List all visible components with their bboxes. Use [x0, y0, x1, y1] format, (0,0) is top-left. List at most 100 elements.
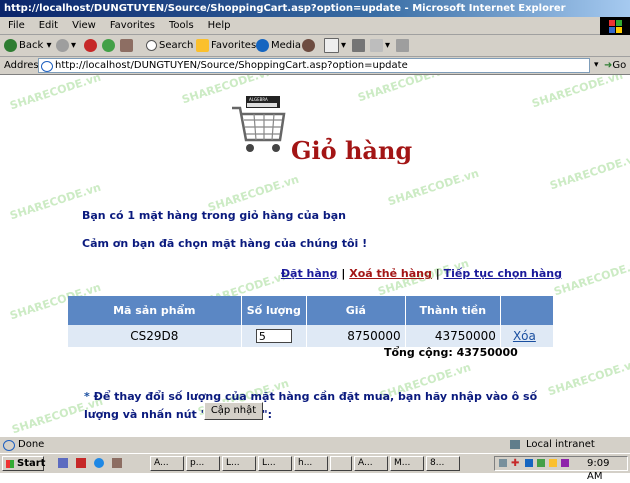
book-label: ALGEBRA	[249, 97, 268, 102]
print-button[interactable]	[352, 35, 367, 57]
product-code-cell: CS29D8	[68, 325, 242, 347]
media-button[interactable]: Media	[256, 35, 301, 57]
discuss-button[interactable]	[396, 35, 411, 57]
tray-network-icon[interactable]	[499, 459, 507, 467]
favorites-star-icon	[196, 38, 209, 52]
taskbar-task[interactable]	[330, 456, 352, 471]
history-button[interactable]	[302, 35, 317, 57]
column-header: Mã sản phẩm	[68, 296, 242, 325]
taskbar-task[interactable]: A...	[150, 456, 184, 471]
watermark: SHARECODE.vn	[530, 75, 625, 111]
browser-toolbar: Back ▾ ▾ Search Favorites Media ▾ ▾	[0, 35, 630, 57]
tray-app-icon[interactable]	[561, 459, 569, 467]
link-separator: |	[435, 267, 440, 280]
address-dropdown-icon[interactable]: ▾	[594, 56, 599, 74]
ie-page-icon	[41, 61, 53, 72]
cart-action-links: Đặt hàng | Xoá thẻ hàng | Tiếp tục chọn …	[281, 267, 562, 280]
go-button[interactable]: ➜Go	[604, 57, 626, 75]
address-bar: Address http://localhost/DUNGTUYEN/Sourc…	[0, 57, 630, 75]
start-windows-icon	[6, 460, 14, 468]
taskbar-task[interactable]: p...	[186, 456, 220, 471]
cart-count-message: Bạn có 1 mặt hàng trong giỏ hàng của bạn	[82, 209, 346, 222]
update-instruction-text: Để thay đổi số lượng của mặt hàng cần đặ…	[84, 390, 538, 421]
start-button[interactable]: Start	[2, 456, 46, 471]
window-title: http://localhost/DUNGTUYEN/Source/Shoppi…	[4, 3, 566, 14]
delete-cart-link[interactable]: Xoá thẻ hàng	[349, 267, 432, 280]
mail-icon	[324, 37, 339, 53]
update-button[interactable]: Cập nhật	[204, 402, 263, 420]
windows-logo-icon	[600, 17, 630, 35]
quantity-input[interactable]	[255, 329, 292, 343]
quicklaunch-desktop-icon[interactable]	[58, 458, 68, 468]
menu-tools[interactable]: Tools	[169, 20, 194, 31]
system-tray: ✚ 9:09 AM	[494, 456, 628, 482]
menu-help[interactable]: Help	[208, 20, 231, 31]
menu-bar: File Edit View Favorites Tools Help	[0, 17, 630, 35]
back-button[interactable]: Back ▾	[4, 35, 51, 57]
subtotal-cell: 43750000	[405, 325, 501, 347]
quicklaunch-explorer-icon[interactable]	[112, 458, 122, 468]
quicklaunch-app-icon[interactable]	[76, 458, 86, 468]
address-input[interactable]: http://localhost/DUNGTUYEN/Source/Shoppi…	[38, 58, 590, 73]
intranet-icon	[510, 440, 520, 449]
taskbar-task[interactable]: 8...	[426, 456, 460, 471]
refresh-button[interactable]	[102, 35, 117, 57]
history-icon	[302, 38, 315, 52]
note-star: *	[84, 390, 90, 403]
search-label: Search	[159, 40, 194, 51]
home-icon	[120, 38, 133, 52]
thank-you-message: Cảm ơn bạn đã chọn mặt hàng của chúng tô…	[82, 237, 368, 250]
menu-file[interactable]: File	[8, 20, 25, 31]
taskbar-task[interactable]: h...	[294, 456, 328, 471]
page-content: SHARECODE.vn SHARECODE.vn SHARECODE.vn S…	[0, 75, 630, 436]
watermark: SHARECODE.vn	[552, 256, 630, 299]
start-label: Start	[17, 458, 46, 469]
address-url: http://localhost/DUNGTUYEN/Source/Shoppi…	[55, 60, 408, 71]
menu-view[interactable]: View	[72, 20, 96, 31]
search-button[interactable]: Search	[146, 35, 193, 57]
back-label: Back	[19, 40, 44, 51]
page-done-icon	[3, 440, 15, 451]
taskbar-task[interactable]: A...	[354, 456, 388, 471]
tray-plus-icon[interactable]: ✚	[511, 457, 519, 470]
continue-shopping-link[interactable]: Tiếp tục chọn hàng	[444, 267, 562, 280]
forward-button[interactable]: ▾	[56, 35, 76, 57]
stop-icon	[84, 38, 97, 52]
print-icon	[352, 38, 365, 52]
favorites-label: Favorites	[211, 40, 257, 51]
media-label: Media	[271, 40, 302, 51]
cart-total: Tổng cộng: 43750000	[384, 346, 518, 359]
update-instruction: * Để thay đổi số lượng của mặt hàng cần …	[84, 388, 564, 424]
forward-arrow-icon	[56, 38, 69, 52]
tray-app-icon[interactable]	[537, 459, 545, 467]
taskbar-task[interactable]: L...	[222, 456, 256, 471]
delete-cell: Xóa	[500, 325, 553, 347]
column-header: Thành tiền	[405, 296, 501, 325]
security-zone: Local intranet	[526, 439, 595, 450]
edit-button[interactable]: ▾	[370, 35, 390, 57]
stop-button[interactable]	[84, 35, 99, 57]
link-separator: |	[341, 267, 346, 280]
watermark: SHARECODE.vn	[356, 75, 451, 105]
shopping-cart-icon: ALGEBRA	[232, 96, 286, 152]
taskbar: Start A... p... L... L... h... A... M...…	[0, 453, 630, 482]
order-link[interactable]: Đặt hàng	[281, 267, 338, 280]
menu-favorites[interactable]: Favorites	[110, 20, 155, 31]
edit-icon	[370, 38, 383, 52]
taskbar-task[interactable]: L...	[258, 456, 292, 471]
watermark: SHARECODE.vn	[386, 166, 481, 209]
menu-edit[interactable]: Edit	[39, 20, 58, 31]
back-arrow-icon	[4, 38, 17, 52]
delete-item-link[interactable]: Xóa	[513, 329, 536, 343]
quicklaunch-ie-icon[interactable]	[94, 458, 104, 468]
watermark: SHARECODE.vn	[8, 75, 103, 113]
column-header: Giá	[306, 296, 406, 325]
tray-app-icon[interactable]	[549, 459, 557, 467]
price-cell: 8750000	[306, 325, 406, 347]
tray-app-icon[interactable]	[525, 459, 533, 467]
mail-button[interactable]: ▾	[324, 35, 346, 57]
favorites-button[interactable]: Favorites	[196, 35, 256, 57]
quantity-cell	[241, 325, 308, 347]
taskbar-task[interactable]: M...	[390, 456, 424, 471]
home-button[interactable]	[120, 35, 135, 57]
